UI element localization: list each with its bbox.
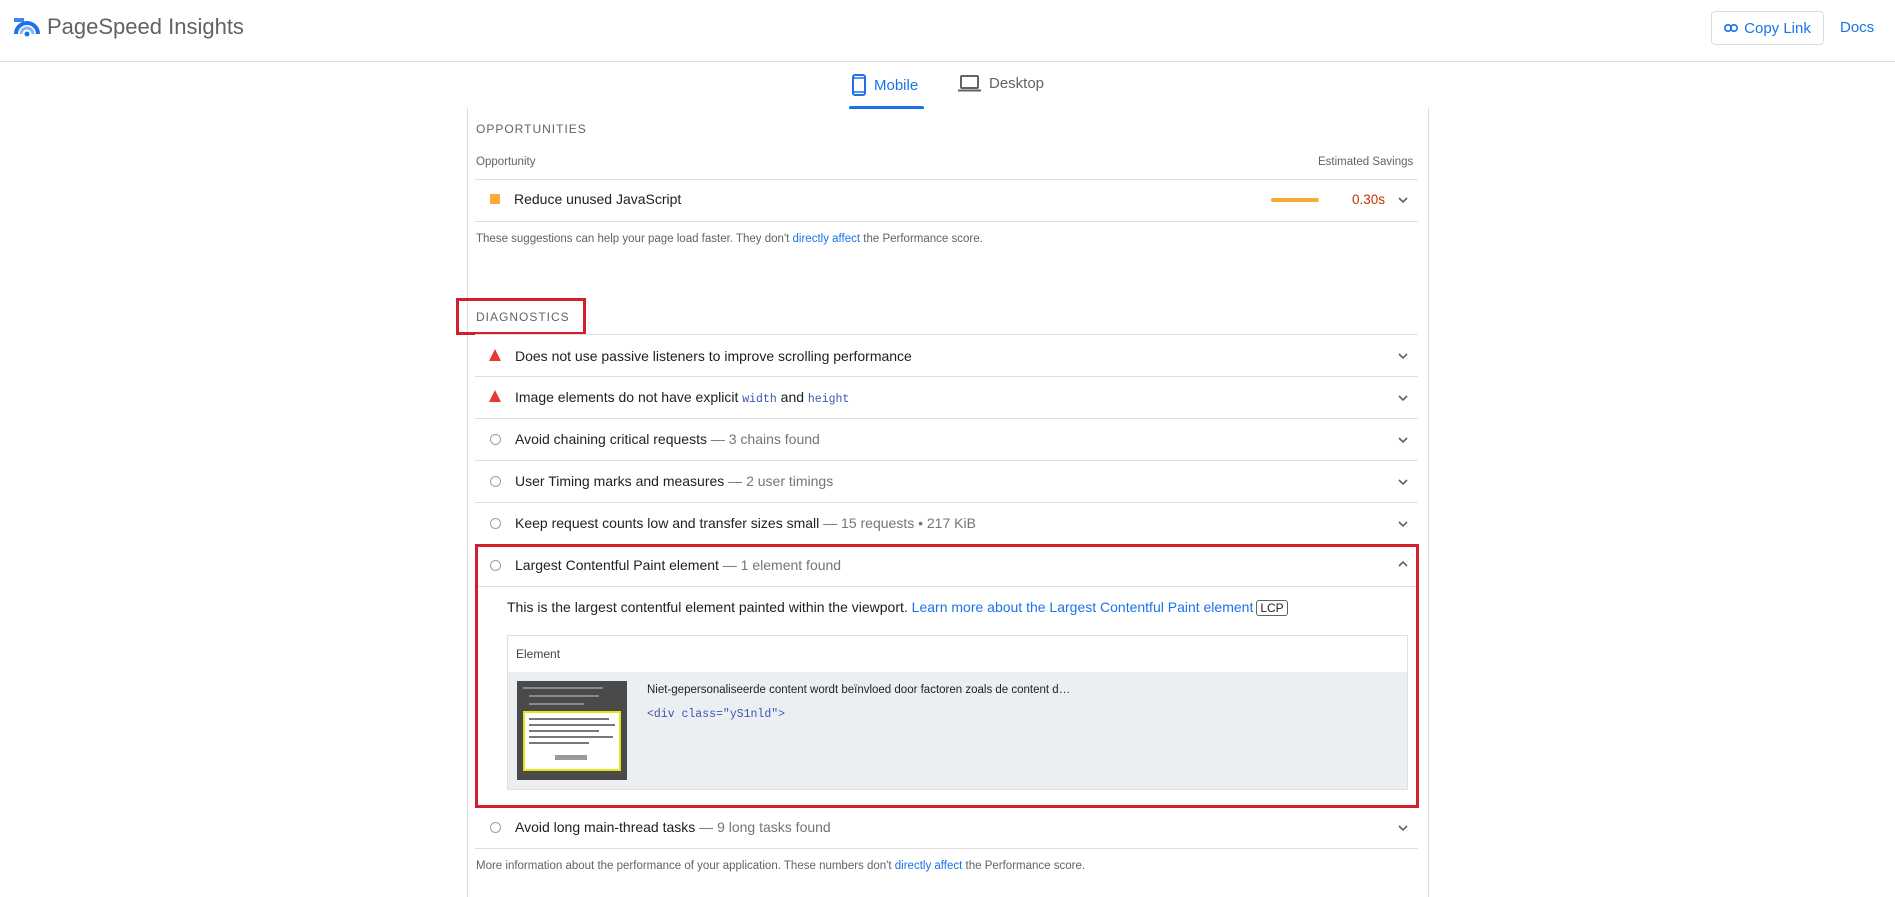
laptop-icon [958, 75, 981, 92]
savings-bar [1271, 198, 1319, 202]
opportunities-title: OPPORTUNITIES [476, 122, 587, 136]
copy-link-label: Copy Link [1744, 19, 1811, 37]
tab-desktop-label: Desktop [989, 74, 1045, 92]
code-height: height [807, 393, 850, 406]
lcp-description: This is the largest contentful element p… [507, 599, 1288, 616]
neutral-circle-icon [490, 822, 501, 833]
tab-mobile[interactable]: Mobile [852, 74, 918, 96]
lcp-element-screenshot-thumbnail [517, 681, 627, 780]
label-text: Image elements do not have explicit [515, 389, 743, 405]
description-text: This is the largest contentful element p… [507, 599, 912, 615]
chevron-up-icon[interactable] [1398, 559, 1408, 569]
average-score-icon [490, 194, 500, 204]
directly-affect-link[interactable]: directly affect [895, 860, 963, 872]
diagnostic-label: Image elements do not have explicit widt… [515, 389, 849, 406]
chevron-down-icon[interactable] [1398, 823, 1408, 833]
label-meta: — 3 chains found [706, 431, 820, 447]
label-text: Avoid long main-thread tasks [515, 819, 696, 835]
chevron-down-icon[interactable] [1398, 351, 1408, 361]
neutral-circle-icon [490, 518, 501, 529]
smartphone-icon [852, 74, 866, 96]
diagnostic-label: Keep request counts low and transfer siz… [515, 515, 976, 531]
learn-more-lcp-link[interactable]: Learn more about the Largest Contentful … [912, 599, 1254, 615]
savings-value: 0.30s [1352, 192, 1386, 207]
estimated-savings-column-header: Estimated Savings [1318, 156, 1414, 168]
divider [475, 221, 1418, 222]
diagnostic-label: Avoid chaining critical requests — 3 cha… [515, 431, 820, 447]
divider [478, 586, 1416, 587]
label-meta: — 15 requests • 217 KiB [819, 515, 976, 531]
label-meta: — 1 element found [718, 557, 842, 573]
lcp-node-selector[interactable]: <div class="yS1nld"> [647, 708, 785, 721]
diagnostic-label: Avoid long main-thread tasks — 9 long ta… [515, 819, 831, 835]
opportunities-footnote: These suggestions can help your page loa… [476, 233, 983, 245]
label-text: Keep request counts low and transfer siz… [515, 515, 820, 531]
neutral-circle-icon [490, 560, 501, 571]
lcp-element-code: <div class="yS1nld"> [647, 704, 785, 722]
neutral-circle-icon [490, 476, 501, 487]
label-text: Largest Contentful Paint element [515, 557, 719, 573]
opportunity-column-header: Opportunity [476, 156, 536, 168]
docs-link[interactable]: Docs [1840, 19, 1874, 36]
chevron-down-icon[interactable] [1398, 393, 1408, 403]
diagnostic-label: Does not use passive listeners to improv… [515, 348, 912, 364]
chevron-down-icon[interactable] [1398, 435, 1408, 445]
label-text: User Timing marks and measures [515, 473, 725, 489]
tab-desktop[interactable]: Desktop [958, 74, 1044, 92]
chevron-down-icon[interactable] [1398, 477, 1408, 487]
chevron-down-icon[interactable] [1398, 195, 1408, 205]
fail-triangle-icon [489, 390, 501, 402]
opportunity-label: Reduce unused JavaScript [514, 191, 682, 207]
link-icon [1724, 24, 1739, 32]
footnote-text: the Performance score. [860, 233, 983, 245]
top-app-bar: PageSpeed Insights Copy Link Docs [0, 0, 1895, 62]
label-meta: — 9 long tasks found [695, 819, 831, 835]
lcp-badge: LCP [1256, 600, 1288, 616]
lcp-element-snippet: Niet-gepersonaliseerde content wordt beï… [647, 684, 1071, 696]
diagnostics-footnote: More information about the performance o… [476, 860, 1085, 872]
chevron-down-icon[interactable] [1398, 519, 1408, 529]
divider [475, 848, 1418, 849]
footnote-text: the Performance score. [962, 860, 1086, 872]
footnote-text: These suggestions can help your page loa… [476, 233, 793, 245]
tab-mobile-label: Mobile [874, 76, 919, 94]
directly-affect-link[interactable]: directly affect [793, 233, 861, 245]
diagnostic-label: Largest Contentful Paint element — 1 ele… [515, 557, 841, 573]
code-width: width [742, 393, 777, 406]
table-header-element: Element [516, 647, 561, 661]
pagespeed-logo-icon[interactable] [14, 16, 40, 38]
neutral-circle-icon [490, 434, 501, 445]
label-text: and [776, 389, 808, 405]
label-text: Avoid chaining critical requests [515, 431, 707, 447]
app-title[interactable]: PageSpeed Insights [47, 14, 244, 40]
diagnostic-label: User Timing marks and measures — 2 user … [515, 473, 833, 489]
diagnostics-title: DIAGNOSTICS [476, 310, 570, 324]
copy-link-button[interactable]: Copy Link [1711, 11, 1824, 45]
label-meta: — 2 user timings [724, 473, 834, 489]
footnote-text: More information about the performance o… [476, 860, 895, 872]
fail-triangle-icon [489, 349, 501, 361]
